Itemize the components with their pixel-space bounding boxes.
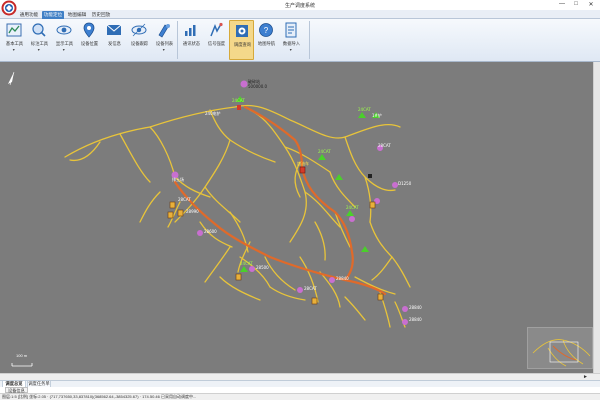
minimap-roads bbox=[532, 339, 591, 367]
bottom-tabs: 调度总览 ▣ 调度任务单 bbox=[0, 380, 600, 393]
north-arrow-icon bbox=[8, 71, 15, 86]
ribbon-separator bbox=[177, 21, 178, 59]
send-message-icon bbox=[106, 24, 122, 35]
signal-icon bbox=[210, 22, 223, 37]
map-label-truck: 24CAT bbox=[346, 205, 359, 210]
device-list-button[interactable]: 设备列表 ▼ bbox=[152, 20, 177, 60]
vertical-scrollbar[interactable] bbox=[593, 62, 600, 373]
map-label-truck: 28990 bbox=[186, 209, 199, 214]
map-label-truck: 24CAT bbox=[318, 149, 331, 154]
chevron-down-icon: ▼ bbox=[62, 48, 66, 52]
data-import-label: 数据导入 bbox=[282, 41, 301, 46]
device-list-label: 设备列表 bbox=[155, 41, 174, 46]
minimize-button[interactable]: — bbox=[557, 1, 567, 7]
map-label-truck: 28CAT bbox=[304, 286, 317, 291]
status-bar: 图层:1:5 [比例] 坐标:2.05 · (717,737650,33,837… bbox=[0, 393, 600, 400]
display-tools-button[interactable]: 显示工具 ▼ bbox=[52, 20, 77, 60]
data-import-icon bbox=[285, 22, 297, 38]
map-tools-button[interactable]: 基本工具 ▼ bbox=[2, 20, 27, 60]
dispatch-query-button[interactable]: 调度查询 bbox=[229, 20, 254, 60]
map-label-crusher: 破碎站 500000.0 bbox=[248, 79, 268, 89]
device-list-icon bbox=[158, 24, 170, 38]
map-label-truck: 28500 bbox=[256, 265, 269, 270]
scale-label: 100 m bbox=[16, 353, 28, 358]
menu-tabs: 通用功能 功能定位 地图编辑 历史回放 bbox=[0, 10, 600, 19]
overview-minimap[interactable] bbox=[527, 327, 593, 369]
tab-map-edit[interactable]: 地图编辑 bbox=[66, 11, 88, 19]
yellow-roads bbox=[64, 104, 411, 328]
map-label-truck: 28CAT bbox=[178, 197, 191, 202]
display-eye-icon bbox=[56, 25, 72, 35]
tab-function-locate[interactable]: 功能定位 bbox=[42, 11, 64, 19]
map-label-truck: 24CAT bbox=[232, 98, 245, 103]
data-import-button[interactable]: 数据导入 ▼ bbox=[279, 20, 304, 60]
ribbon-toolbar: 基本工具 ▼ 标注工具 ▼ 显示工具 ▼ 设备位置 发信息 设备跟踪 设备列表 … bbox=[0, 19, 600, 62]
map-label-dozer: D1250 bbox=[398, 181, 412, 186]
chevron-down-icon: ▼ bbox=[12, 48, 16, 52]
device-track-button[interactable]: 设备跟踪 bbox=[127, 20, 152, 60]
dispatch-query-icon bbox=[236, 25, 248, 37]
map-label-truck: 24CAT bbox=[240, 261, 253, 266]
signal-strength-label: 信号强度 bbox=[207, 41, 226, 46]
map-label-truck: 28CAT bbox=[378, 143, 391, 148]
map-navigation-icon: ? bbox=[259, 23, 273, 37]
annotation-icon bbox=[32, 23, 46, 37]
app-logo-icon bbox=[1, 0, 17, 16]
map-label-truck: 24CAT bbox=[358, 107, 371, 112]
map-label-truck: 28600 bbox=[204, 229, 217, 234]
tab-general[interactable]: 通用功能 bbox=[18, 11, 40, 19]
map-label-truck: 28840 bbox=[409, 317, 422, 322]
map-navigation-button[interactable]: ? 地图导航 bbox=[254, 20, 279, 60]
ribbon-group-tools: 基本工具 ▼ 标注工具 ▼ 显示工具 ▼ 设备位置 发信息 设备跟踪 设备列表 … bbox=[0, 19, 176, 61]
comm-status-button[interactable]: 通讯状态 bbox=[179, 20, 204, 60]
device-position-icon bbox=[83, 22, 95, 38]
map-label-truck: 28840 bbox=[409, 305, 422, 310]
close-button[interactable]: ✕ bbox=[586, 1, 596, 8]
send-message-button[interactable]: 发信息 bbox=[102, 20, 127, 60]
signal-strength-button[interactable]: 信号强度 bbox=[204, 20, 229, 60]
map-label-fuel-truck: 加油车 bbox=[297, 161, 309, 166]
window-title: 生产调度系统 bbox=[284, 2, 315, 9]
main-haul-road bbox=[173, 105, 387, 296]
device-track-icon bbox=[131, 23, 147, 37]
mine-map-canvas[interactable]: 破碎站 500000.0 240电铲 24CAT 24CAT 1#铲 排土场 D… bbox=[0, 62, 600, 373]
map-label-dump: 排土场 bbox=[172, 177, 184, 182]
chevron-down-icon: ▼ bbox=[37, 48, 41, 52]
ribbon-separator bbox=[309, 21, 310, 59]
horizontal-scrollbar[interactable]: ► bbox=[0, 373, 600, 380]
map-label-shovel-1: 1#铲 bbox=[372, 113, 382, 118]
chevron-down-icon: ▼ bbox=[162, 48, 166, 52]
title-bar: 生产调度系统 — □ ✕ bbox=[0, 0, 600, 16]
chevron-down-icon: ▼ bbox=[289, 48, 293, 52]
scale-bar bbox=[11, 363, 33, 367]
svg-text:?: ? bbox=[264, 26, 269, 35]
map-label-truck: 28840 bbox=[336, 276, 349, 281]
map-label-shovel: 240电铲 bbox=[205, 111, 221, 116]
map-tools-icon bbox=[6, 23, 22, 37]
maximize-button[interactable]: □ bbox=[571, 1, 581, 7]
road-network bbox=[8, 71, 411, 367]
tab-history-playback[interactable]: 历史回放 bbox=[90, 11, 112, 19]
comm-status-icon bbox=[185, 25, 196, 36]
ribbon-group-dispatch: 通讯状态 信号强度 调度查询 ? 地图导航 数据导入 ▼ bbox=[179, 19, 309, 61]
device-position-button[interactable]: 设备位置 bbox=[77, 20, 102, 60]
annotation-button[interactable]: 标注工具 ▼ bbox=[27, 20, 52, 60]
